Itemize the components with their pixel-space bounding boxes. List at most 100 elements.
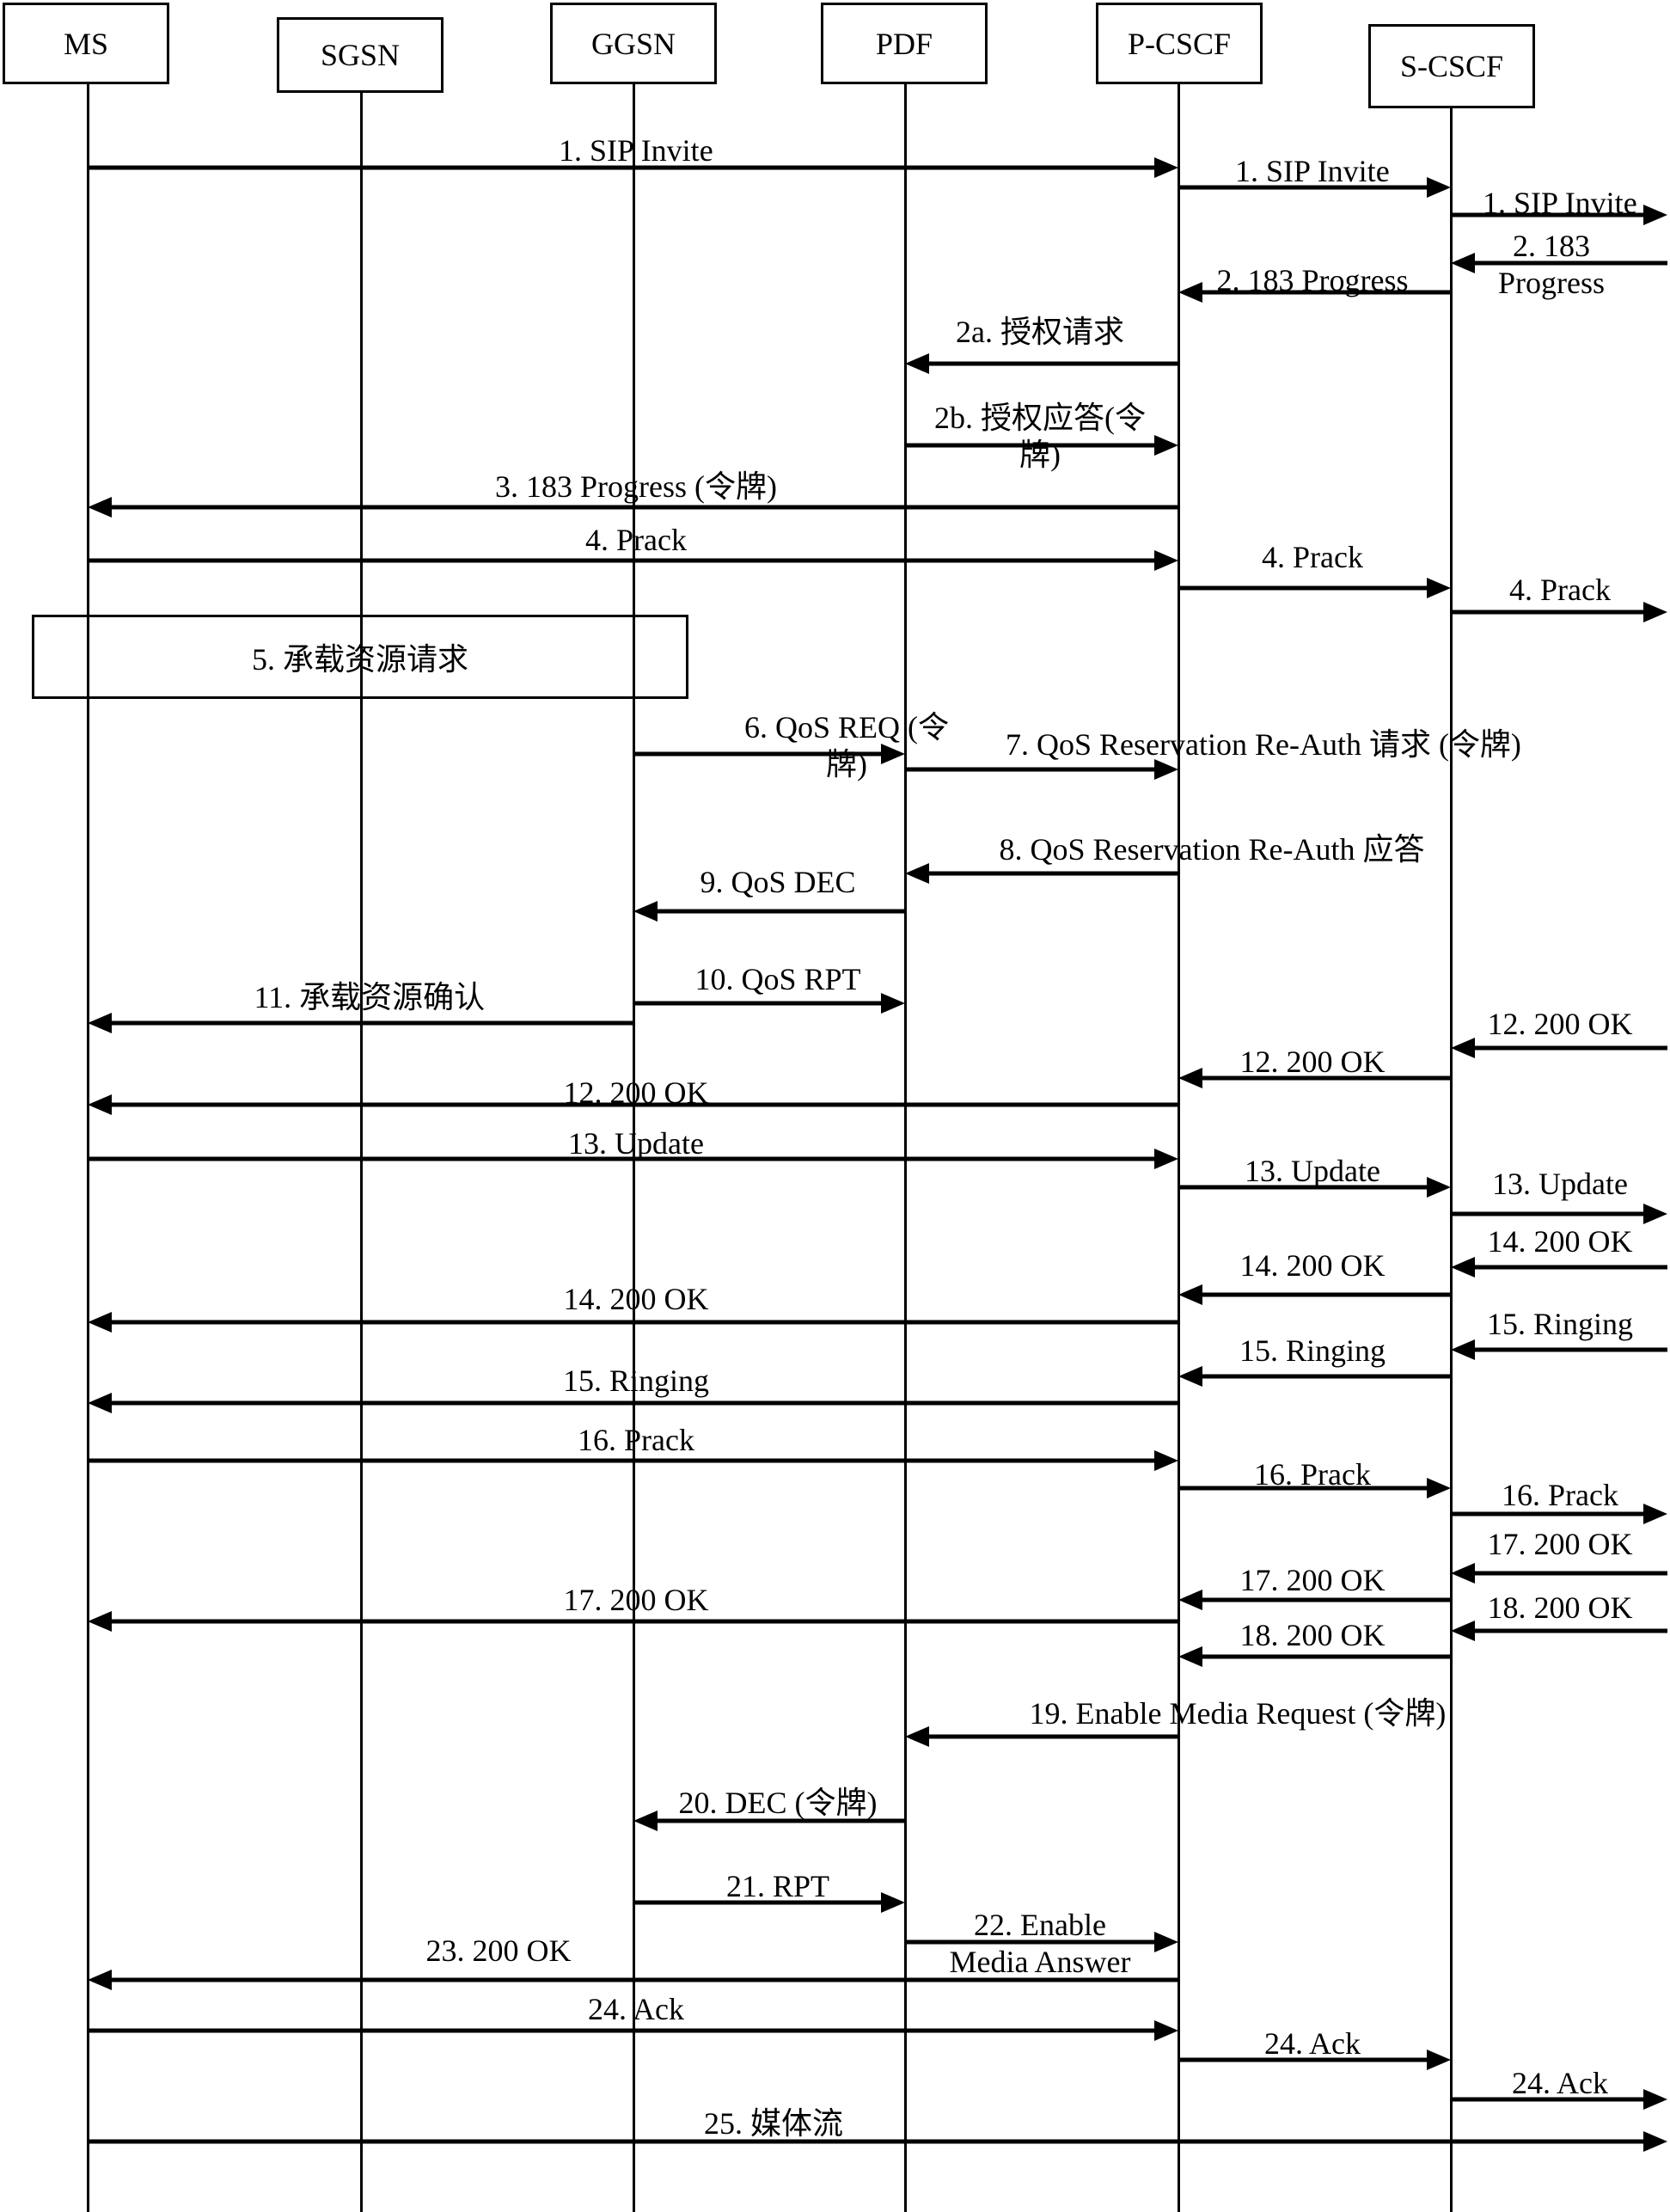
arrows-layer bbox=[88, 157, 1667, 2152]
participant-label: S-CSCF bbox=[1399, 49, 1504, 83]
message-label: 6. QoS REQ (令 牌) bbox=[744, 710, 950, 782]
message-label: 8. QoS Reservation Re-Auth 应答 bbox=[999, 832, 1425, 867]
message-label: 17. 200 OK bbox=[1239, 1563, 1386, 1597]
participant-ms: MS bbox=[3, 3, 169, 84]
arrowhead-icon bbox=[1451, 1621, 1475, 1641]
participant-label: MS bbox=[63, 26, 109, 61]
lifeline-pdf bbox=[904, 84, 907, 2212]
message-label: 10. QoS RPT bbox=[694, 962, 861, 996]
message-label: 17. 200 OK bbox=[563, 1583, 709, 1617]
arrowhead-icon bbox=[88, 1611, 112, 1632]
arrowhead-icon bbox=[1451, 1339, 1475, 1360]
arrowhead-icon bbox=[1178, 1068, 1202, 1088]
participant-scscf: S-CSCF bbox=[1368, 24, 1535, 108]
note-label: 5. 承载资源请求 bbox=[251, 642, 468, 677]
arrowhead-icon bbox=[1154, 1149, 1178, 1169]
message-label: 15. Ringing bbox=[1239, 1333, 1386, 1368]
arrowhead-icon bbox=[1178, 1366, 1202, 1387]
participant-label: GGSN bbox=[590, 26, 676, 61]
message-label: 3. 183 Progress (令牌) bbox=[495, 469, 777, 504]
arrowhead-icon bbox=[88, 1312, 112, 1333]
arrowhead-icon bbox=[88, 1970, 112, 1990]
arrowhead-icon bbox=[1154, 1450, 1178, 1471]
message-label: 20. DEC (令牌) bbox=[678, 1786, 878, 1820]
message-label: 2a. 授权请求 bbox=[956, 315, 1124, 349]
participant-sgsn: SGSN bbox=[277, 17, 443, 93]
arrowhead-icon bbox=[633, 1811, 658, 1831]
message-label: 24. Ack bbox=[1512, 2066, 1608, 2100]
message-label: 2b. 授权应答(令 牌) bbox=[934, 401, 1146, 473]
message-label: 14. 200 OK bbox=[1487, 1224, 1633, 1259]
participant-label: PDF bbox=[875, 26, 933, 61]
participant-pcscf: P-CSCF bbox=[1096, 3, 1263, 84]
message-label: 16. Prack bbox=[1254, 1457, 1371, 1492]
message-label: 2. 183 Progress bbox=[1216, 263, 1409, 297]
message-label: 24. Ack bbox=[588, 1992, 684, 2026]
message-label: 21. RPT bbox=[726, 1869, 830, 1903]
message-label: 4. Prack bbox=[1509, 573, 1611, 607]
participant-label: SGSN bbox=[320, 38, 401, 72]
arrowhead-icon bbox=[88, 1393, 112, 1413]
message-label: 16. Prack bbox=[1502, 1478, 1618, 1512]
message-label: 4. Prack bbox=[1262, 540, 1363, 574]
arrowhead-icon bbox=[1178, 1590, 1202, 1610]
arrowhead-icon bbox=[1154, 435, 1178, 456]
note-bearer-resource-request: 5. 承载资源请求 bbox=[32, 615, 688, 699]
message-label: 9. QoS DEC bbox=[700, 865, 856, 899]
arrowhead-icon bbox=[881, 993, 905, 1014]
arrowhead-icon bbox=[905, 863, 929, 884]
arrowhead-icon bbox=[88, 497, 112, 518]
lifeline-sgsn bbox=[360, 93, 363, 2212]
arrowhead-icon bbox=[1643, 602, 1667, 622]
message-label: 13. Update bbox=[1492, 1167, 1628, 1201]
message-label: 11. 承载资源确认 bbox=[254, 980, 486, 1014]
participant-pdf: PDF bbox=[821, 3, 988, 84]
message-label: 18. 200 OK bbox=[1487, 1590, 1633, 1625]
message-label: 19. Enable Media Request (令牌) bbox=[1029, 1696, 1447, 1731]
message-label: 15. Ringing bbox=[1487, 1307, 1634, 1341]
arrowhead-icon bbox=[1643, 2131, 1667, 2152]
arrowhead-icon bbox=[1643, 1204, 1667, 1224]
arrowhead-icon bbox=[1178, 1646, 1202, 1667]
message-label: 22. Enable Media Answer bbox=[949, 1908, 1131, 1980]
message-label: 12. 200 OK bbox=[1239, 1045, 1386, 1079]
lifeline-pcscf bbox=[1178, 84, 1180, 2212]
arrowhead-icon bbox=[1154, 2020, 1178, 2041]
arrowhead-icon bbox=[905, 353, 929, 374]
lifeline-scscf bbox=[1450, 108, 1453, 2212]
message-label: 1. SIP Invite bbox=[559, 133, 713, 168]
arrowhead-icon bbox=[1451, 1038, 1475, 1058]
participant-label: P-CSCF bbox=[1127, 26, 1232, 61]
arrowhead-icon bbox=[1154, 1932, 1178, 1952]
message-label: 15. Ringing bbox=[563, 1363, 710, 1398]
arrowhead-icon bbox=[1643, 205, 1667, 225]
arrowhead-icon bbox=[1451, 1257, 1475, 1278]
arrowhead-icon bbox=[881, 1892, 905, 1913]
message-label: 14. 200 OK bbox=[1239, 1248, 1386, 1283]
arrowhead-icon bbox=[1451, 1563, 1475, 1584]
message-label: 12. 200 OK bbox=[1487, 1007, 1633, 1041]
message-label: 13. Update bbox=[1245, 1154, 1380, 1188]
arrowhead-icon bbox=[905, 1726, 929, 1747]
arrowhead-icon bbox=[1178, 1284, 1202, 1305]
arrowhead-icon bbox=[88, 1094, 112, 1115]
sequence-diagram: MS SGSN GGSN PDF P-CSCF S-CSCF 5. 承载资源请求 1. SIP… bbox=[0, 0, 1670, 2212]
arrowhead-icon bbox=[88, 1013, 112, 1033]
message-label: 1. SIP Invite bbox=[1235, 154, 1390, 188]
message-label: 25. 媒体流 bbox=[704, 2106, 844, 2141]
message-label: 1. SIP Invite bbox=[1483, 186, 1637, 220]
message-label: 14. 200 OK bbox=[563, 1282, 709, 1316]
message-label: 23. 200 OK bbox=[425, 1933, 572, 1968]
message-label: 18. 200 OK bbox=[1239, 1618, 1386, 1652]
arrowhead-icon bbox=[633, 901, 658, 922]
arrowhead-icon bbox=[1154, 157, 1178, 178]
arrowhead-icon bbox=[1427, 1177, 1451, 1198]
message-label: 2. 183 Progress bbox=[1498, 229, 1605, 301]
message-label: 17. 200 OK bbox=[1487, 1527, 1633, 1561]
message-label: 13. Update bbox=[568, 1126, 704, 1161]
message-label: 24. Ack bbox=[1264, 2026, 1361, 2061]
arrowhead-icon bbox=[1643, 1504, 1667, 1524]
message-label: 12. 200 OK bbox=[563, 1075, 709, 1110]
lifeline-ms bbox=[87, 84, 89, 2212]
arrowhead-icon bbox=[1154, 550, 1178, 571]
